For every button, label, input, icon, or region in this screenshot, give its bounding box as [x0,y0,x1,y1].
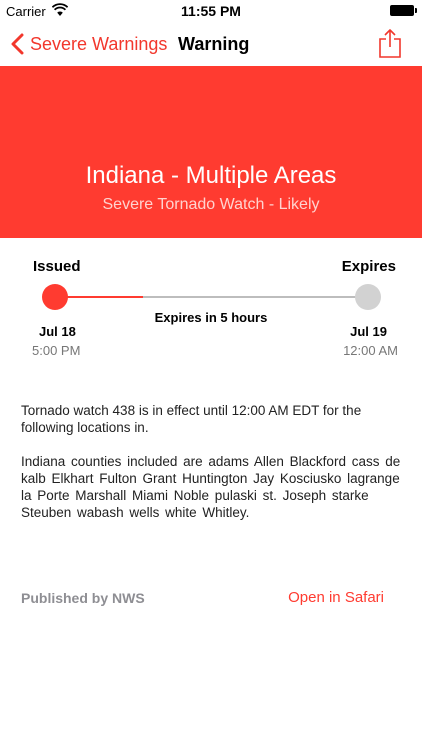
time-remaining: Expires in 5 hours [154,310,268,325]
alert-subtitle: Severe Tornado Watch - Likely [102,196,320,213]
issued-date: Jul 18 [39,324,76,339]
navigation-bar: Severe Warnings Warning [0,22,422,66]
back-button-label: Severe Warnings [30,33,168,54]
expires-date: Jul 19 [350,324,387,339]
issued-time: 5:00 PM [32,343,81,358]
expires-label: Expires [341,258,396,275]
share-icon[interactable] [378,28,402,58]
status-time: 11:55 PM [181,3,241,19]
alert-timeline: Issued Expires Expires in 5 hours Jul 18… [0,238,422,368]
status-bar: Carrier 11:55 PM [0,0,422,22]
alert-description: Tornado watch 438 is in effect until 12:… [21,402,405,538]
description-paragraph: Tornado watch 438 is in effect until 12:… [21,403,362,435]
alert-title: Indiana - Multiple Areas [85,162,337,189]
expires-time: 12:00 AM [343,343,398,358]
footer: Published by NWS Open in Safari [0,589,422,614]
issued-label: Issued [33,258,81,275]
page-title: Warning [178,34,250,54]
chevron-left-icon [11,33,24,55]
issued-dot [42,284,68,310]
counties-paragraph: Indiana counties included are adams Alle… [21,454,401,520]
expires-dot [355,284,381,310]
published-by: Published by NWS [21,590,145,606]
back-button[interactable]: Severe Warnings [10,30,167,58]
battery-icon [390,5,417,16]
alert-header: Indiana - Multiple Areas Severe Tornado … [0,66,422,238]
open-in-safari-link[interactable]: Open in Safari [288,589,384,606]
timeline-progress [56,296,144,298]
